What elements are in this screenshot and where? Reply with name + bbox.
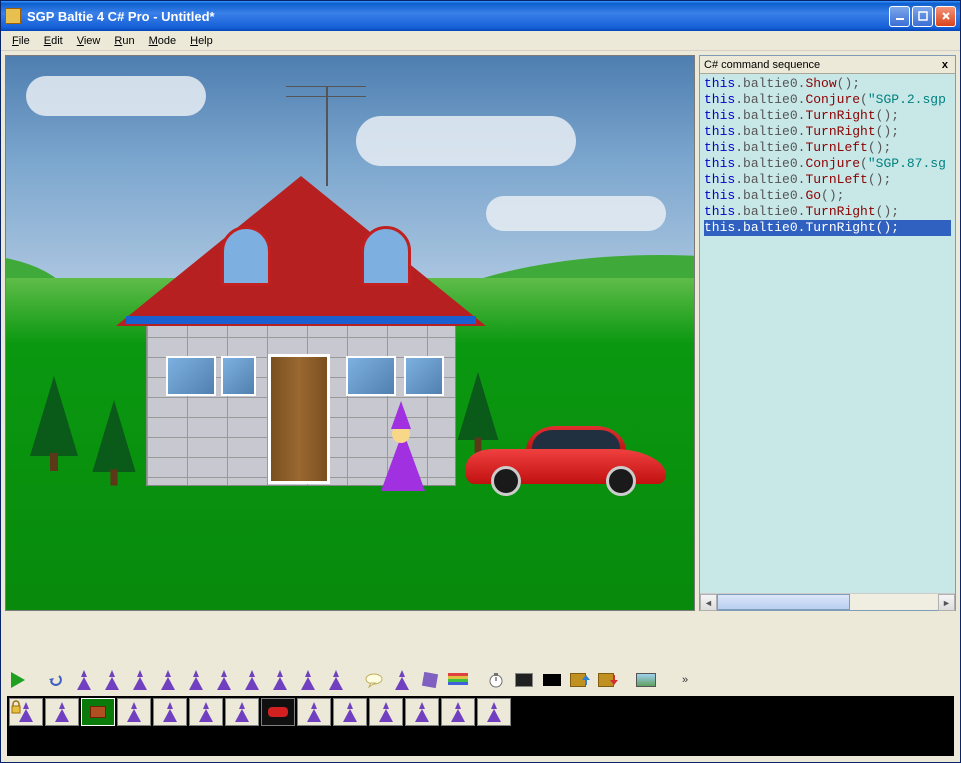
close-button[interactable] — [935, 6, 956, 27]
menu-mode[interactable]: Mode — [142, 33, 184, 49]
tool-wizard-wave[interactable] — [211, 668, 237, 692]
command-thumb[interactable] — [297, 698, 331, 726]
tool-wizard-walk[interactable] — [71, 668, 97, 692]
scroll-left-button[interactable]: ◄ — [700, 594, 717, 611]
code-line[interactable]: this.baltie0.Conjure("SGP.87.sg — [704, 156, 951, 172]
tool-box-up[interactable] — [567, 668, 593, 692]
tool-speech[interactable] — [361, 668, 387, 692]
scene-wizard — [376, 401, 426, 491]
command-thumb[interactable] — [405, 698, 439, 726]
tool-play[interactable] — [5, 668, 31, 692]
code-panel: C# command sequence x this.baltie0.Show(… — [699, 55, 956, 611]
tool-wizard-turnright2[interactable] — [183, 668, 209, 692]
tool-terminal[interactable] — [511, 668, 537, 692]
command-thumb[interactable] — [441, 698, 475, 726]
code-line[interactable]: this.baltie0.Show(); — [704, 76, 951, 92]
scroll-right-button[interactable]: ► — [938, 594, 955, 611]
tool-wizard-turnright[interactable] — [155, 668, 181, 692]
tool-wizard-think[interactable] — [389, 668, 415, 692]
menu-run[interactable]: Run — [107, 33, 141, 49]
scroll-thumb[interactable] — [717, 594, 850, 610]
menu-help[interactable]: Help — [183, 33, 220, 49]
scene-viewport[interactable] — [5, 55, 695, 611]
scroll-track[interactable] — [717, 594, 938, 610]
menu-file[interactable]: File — [5, 33, 37, 49]
app-icon — [5, 8, 21, 24]
command-thumb[interactable] — [369, 698, 403, 726]
code-line[interactable]: this.baltie0.TurnRight(); — [704, 108, 951, 124]
command-strip — [7, 696, 954, 756]
maximize-button[interactable] — [912, 6, 933, 27]
tool-box-down[interactable] — [595, 668, 621, 692]
code-line[interactable]: this.baltie0.Conjure("SGP.2.sgp — [704, 92, 951, 108]
horizontal-scrollbar[interactable]: ◄ ► — [700, 593, 955, 610]
minimize-button[interactable] — [889, 6, 910, 27]
command-thumb[interactable] — [225, 698, 259, 726]
code-panel-title: C# command sequence — [704, 59, 939, 71]
code-area[interactable]: this.baltie0.Show();this.baltie0.Conjure… — [700, 74, 955, 593]
menu-view[interactable]: View — [70, 33, 108, 49]
menu-edit[interactable]: Edit — [37, 33, 70, 49]
window-title: SGP Baltie 4 C# Pro - Untitled* — [27, 9, 889, 24]
command-thumb[interactable] — [81, 698, 115, 726]
tool-wizard-turn[interactable] — [99, 668, 125, 692]
titlebar[interactable]: SGP Baltie 4 C# Pro - Untitled* — [1, 1, 960, 31]
command-thumb[interactable] — [117, 698, 151, 726]
tool-wizard-action[interactable] — [295, 668, 321, 692]
tool-wizard-action2[interactable] — [323, 668, 349, 692]
command-thumb[interactable] — [477, 698, 511, 726]
tool-wizard-turnleft[interactable] — [267, 668, 293, 692]
command-thumb[interactable] — [261, 698, 295, 726]
tool-stopwatch[interactable] — [483, 668, 509, 692]
tool-more[interactable]: » — [671, 668, 697, 692]
code-panel-close-icon[interactable]: x — [939, 59, 951, 71]
command-thumb[interactable] — [153, 698, 187, 726]
command-thumb[interactable] — [189, 698, 223, 726]
tool-screen[interactable] — [633, 668, 659, 692]
toolbar: » — [1, 666, 960, 694]
command-thumb[interactable] — [45, 698, 79, 726]
tool-cube[interactable] — [417, 668, 443, 692]
scene-car — [466, 426, 666, 496]
code-line[interactable]: this.baltie0.TurnRight(); — [704, 220, 951, 236]
code-line[interactable]: this.baltie0.TurnRight(); — [704, 204, 951, 220]
code-line[interactable]: this.baltie0.TurnLeft(); — [704, 172, 951, 188]
tool-undo[interactable] — [43, 668, 69, 692]
tool-wizard-go[interactable] — [127, 668, 153, 692]
tool-black-box[interactable] — [539, 668, 565, 692]
menubar: File Edit View Run Mode Help — [1, 31, 960, 51]
tool-wizard-wave2[interactable] — [239, 668, 265, 692]
command-thumb[interactable] — [333, 698, 367, 726]
code-line[interactable]: this.baltie0.Go(); — [704, 188, 951, 204]
code-line[interactable]: this.baltie0.TurnLeft(); — [704, 140, 951, 156]
code-line[interactable]: this.baltie0.TurnRight(); — [704, 124, 951, 140]
tool-rainbow[interactable] — [445, 668, 471, 692]
